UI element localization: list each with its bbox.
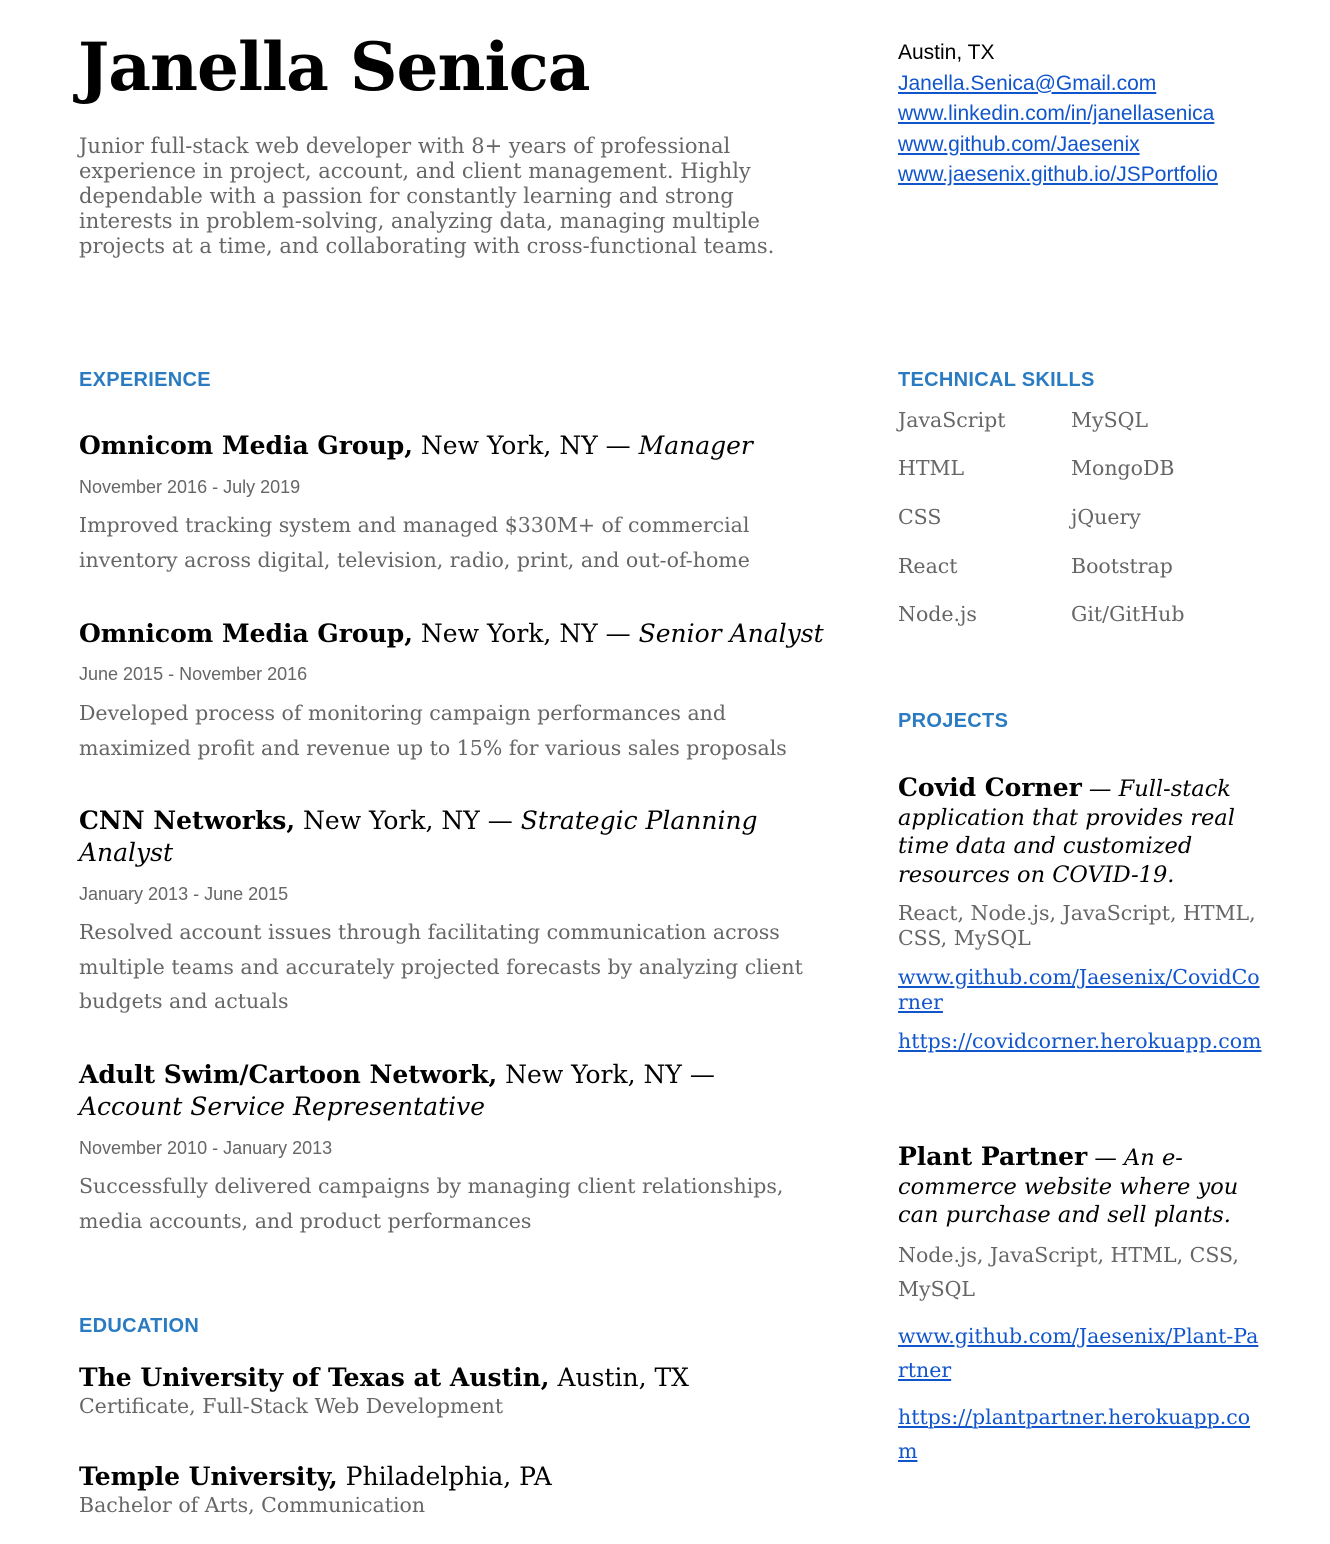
project-tech-stack: React, Node.js, JavaScript, HTML, CSS, M… bbox=[898, 901, 1256, 950]
job-company: Adult Swim/Cartoon Network, bbox=[79, 1060, 498, 1089]
job-location: New York, NY — bbox=[295, 806, 521, 835]
project-title: Plant Partner — An e-commerce website wh… bbox=[898, 1142, 1268, 1230]
skill-item: HTML bbox=[898, 456, 965, 480]
job-entry: CNN Networks, New York, NY — Strategic P… bbox=[79, 805, 759, 869]
project-site-link[interactable]: https://covidcorner.herokuapp.com bbox=[898, 1029, 1266, 1054]
skill-item: JavaScript bbox=[898, 408, 1006, 432]
education-title: The University of Texas at Austin, Austi… bbox=[79, 1363, 689, 1393]
job-description: Developed process of monitoring campaign… bbox=[79, 701, 787, 760]
contact-block: Austin, TX Janella.Senica@Gmail.com www.… bbox=[898, 38, 1218, 191]
job-company: CNN Networks, bbox=[79, 806, 296, 835]
skill-item: MySQL bbox=[1071, 408, 1149, 432]
job-role: Senior Analyst bbox=[638, 619, 824, 648]
skills-heading: TECHNICAL SKILLS bbox=[898, 369, 1095, 391]
skill-item: Bootstrap bbox=[1071, 554, 1173, 578]
job-title: Adult Swim/Cartoon Network, New York, NY… bbox=[79, 1059, 824, 1123]
experience-heading: EXPERIENCE bbox=[79, 369, 211, 391]
project-entry: Covid Corner — Full-stack application th… bbox=[898, 773, 1268, 1054]
job-description: Successfully delivered campaigns by mana… bbox=[79, 1174, 784, 1233]
job-description: Resolved account issues through facilita… bbox=[79, 920, 803, 1013]
skill-item: MongoDB bbox=[1071, 456, 1175, 480]
email-link[interactable]: Janella.Senica@Gmail.com bbox=[898, 69, 1218, 100]
job-role: Account Service Representative bbox=[79, 1092, 486, 1121]
linkedin-link[interactable]: www.linkedin.com/in/janellasenica bbox=[898, 99, 1218, 130]
job-title: CNN Networks, New York, NY — Strategic P… bbox=[79, 805, 759, 869]
project-name: Plant Partner bbox=[898, 1142, 1088, 1171]
job-location: New York, NY — bbox=[412, 619, 639, 648]
job-title: Omnicom Media Group, New York, NY — Mana… bbox=[79, 430, 824, 462]
project-title: Covid Corner — Full-stack application th… bbox=[898, 773, 1268, 889]
job-entry: Omnicom Media Group, New York, NY — Seni… bbox=[79, 618, 824, 650]
job-description: Improved tracking system and managed $33… bbox=[79, 513, 750, 572]
skill-item: Git/GitHub bbox=[1071, 602, 1185, 626]
job-entry: Adult Swim/Cartoon Network, New York, NY… bbox=[79, 1059, 824, 1123]
professional-summary: Junior full-stack web developer with 8+ … bbox=[79, 134, 775, 258]
job-location: New York, NY — bbox=[412, 431, 639, 460]
education-entry: The University of Texas at Austin, Austi… bbox=[79, 1363, 689, 1419]
degree: Certificate, Full-Stack Web Development bbox=[79, 1394, 504, 1418]
skill-item: CSS bbox=[898, 505, 942, 529]
job-dates: June 2015 - November 2016 bbox=[79, 664, 308, 684]
job-dates: November 2010 - January 2013 bbox=[79, 1138, 333, 1158]
job-entry: Omnicom Media Group, New York, NY — Mana… bbox=[79, 430, 824, 462]
school-location: Philadelphia, PA bbox=[337, 1462, 552, 1491]
job-dates: January 2013 - June 2015 bbox=[79, 884, 289, 904]
job-company: Omnicom Media Group, bbox=[79, 619, 413, 648]
projects-heading: PROJECTS bbox=[898, 710, 1009, 732]
job-title: Omnicom Media Group, New York, NY — Seni… bbox=[79, 618, 824, 650]
resume-name: Janella Senica bbox=[78, 28, 591, 106]
job-dates: November 2016 - July 2019 bbox=[79, 477, 301, 497]
education-title: Temple University, Philadelphia, PA bbox=[79, 1462, 552, 1492]
project-site-link[interactable]: https://plantpartner.herokuapp.com bbox=[898, 1400, 1266, 1468]
github-link[interactable]: www.github.com/Jaesenix bbox=[898, 130, 1218, 161]
school-name: The University of Texas at Austin, bbox=[79, 1363, 550, 1392]
education-heading: EDUCATION bbox=[79, 1315, 200, 1337]
project-entry: Plant Partner — An e-commerce website wh… bbox=[898, 1142, 1268, 1468]
project-name: Covid Corner bbox=[898, 773, 1082, 802]
job-location: New York, NY — bbox=[497, 1060, 715, 1089]
job-role: Manager bbox=[638, 431, 753, 460]
degree: Bachelor of Arts, Communication bbox=[79, 1493, 426, 1517]
project-dash: — bbox=[1081, 776, 1119, 802]
skill-item: Node.js bbox=[898, 602, 977, 626]
school-name: Temple University, bbox=[79, 1462, 338, 1491]
project-repo-link[interactable]: www.github.com/Jaesenix/Plant-Partner bbox=[898, 1319, 1266, 1387]
portfolio-link[interactable]: www.jaesenix.github.io/JSPortfolio bbox=[898, 160, 1218, 191]
education-entry: Temple University, Philadelphia, PA Bach… bbox=[79, 1462, 552, 1518]
skill-item: jQuery bbox=[1071, 505, 1141, 529]
school-location: Austin, TX bbox=[549, 1363, 689, 1392]
job-company: Omnicom Media Group, bbox=[79, 431, 413, 460]
project-tech-stack: Node.js, JavaScript, HTML, CSS, MySQL bbox=[898, 1242, 1239, 1301]
project-dash: — bbox=[1087, 1145, 1125, 1171]
project-repo-link[interactable]: www.github.com/Jaesenix/CovidCorner bbox=[898, 965, 1266, 1015]
skill-item: React bbox=[898, 554, 958, 578]
contact-location: Austin, TX bbox=[898, 41, 995, 64]
